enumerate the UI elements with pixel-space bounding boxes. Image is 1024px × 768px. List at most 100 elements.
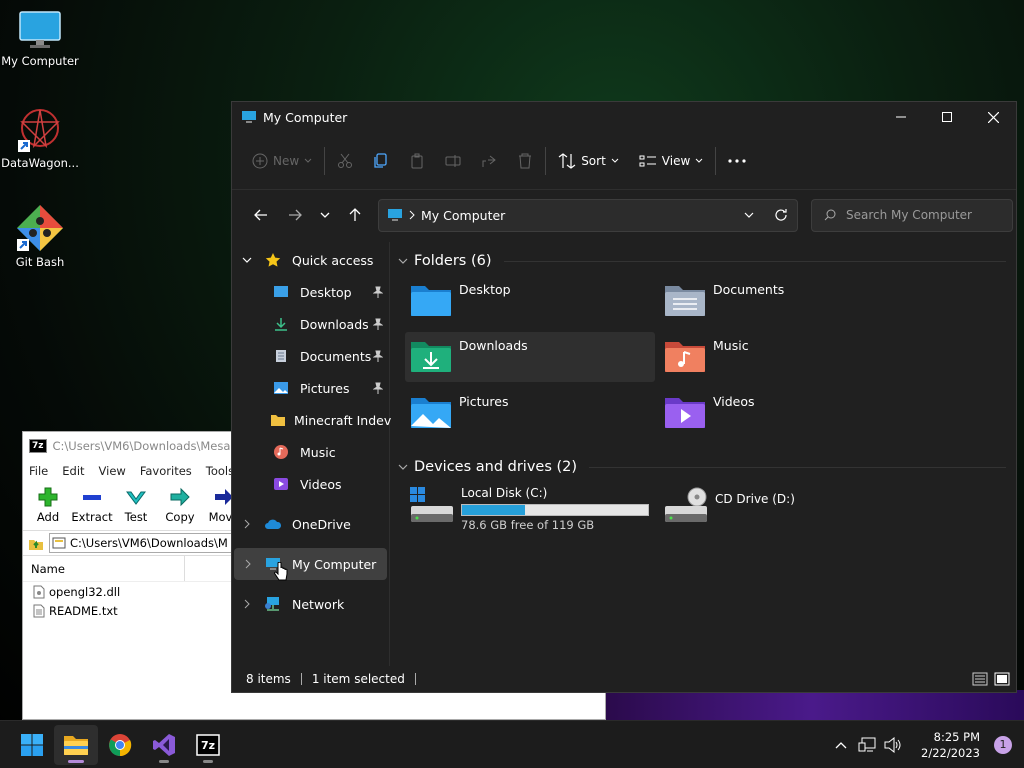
delete-button[interactable] (507, 144, 543, 178)
nav-network[interactable]: Network (232, 588, 389, 620)
address-bar[interactable]: My Computer (378, 198, 798, 232)
nav-label: OneDrive (292, 516, 351, 532)
cut-button[interactable] (327, 144, 363, 178)
pin-icon[interactable] (373, 382, 383, 394)
close-icon (987, 111, 999, 123)
close-button[interactable] (970, 102, 1016, 132)
view-button[interactable]: View (629, 144, 713, 178)
folders-group-header[interactable]: Folders (6) (398, 246, 1016, 276)
system-tray: 8:25 PM 2/22/2023 1 (828, 721, 1024, 768)
menu-tools[interactable]: Tools (206, 464, 234, 478)
desktop-icon-my-computer[interactable]: My Computer (0, 10, 80, 68)
clock[interactable]: 8:25 PM 2/22/2023 (906, 729, 986, 761)
pin-icon[interactable] (373, 350, 383, 362)
nav-minecraft-indev[interactable]: Minecraft Indev (232, 404, 392, 436)
forward-button[interactable] (278, 200, 312, 230)
drive-d[interactable]: CD Drive (D:) (659, 482, 909, 532)
rename-icon (445, 154, 461, 167)
taskbar-visual-studio[interactable] (142, 725, 186, 765)
nav-music[interactable]: Music (232, 436, 389, 468)
nav-desktop[interactable]: Desktop (232, 276, 389, 308)
taskbar-file-explorer[interactable] (54, 724, 98, 765)
clock-date: 2/22/2023 (921, 745, 980, 760)
test-button[interactable]: Test (115, 482, 157, 524)
drives-group-header[interactable]: Devices and drives (2) (398, 452, 1016, 482)
start-button[interactable] (10, 725, 54, 765)
address-history-button[interactable] (733, 208, 765, 222)
nav-videos[interactable]: Videos (232, 468, 389, 500)
notification-badge[interactable]: 1 (994, 735, 1012, 754)
show-hidden-icons-button[interactable] (828, 741, 854, 749)
back-button[interactable] (244, 200, 278, 230)
refresh-icon (775, 209, 787, 221)
paste-icon (411, 153, 423, 168)
folder-documents[interactable]: Documents (659, 276, 909, 326)
sort-label: Sort (581, 153, 606, 168)
folder-pictures[interactable]: Pictures (405, 388, 655, 438)
column-name[interactable]: Name (31, 556, 185, 581)
add-button[interactable]: Add (27, 482, 69, 524)
chevron-down-icon (695, 158, 703, 163)
paste-button[interactable] (399, 144, 435, 178)
extract-button[interactable]: Extract (71, 482, 113, 524)
item-count: 8 items (246, 672, 291, 686)
folder-desktop[interactable]: Desktop (405, 276, 655, 326)
nav-documents[interactable]: Documents (232, 340, 389, 372)
sort-button[interactable]: Sort (548, 144, 629, 178)
chevron-down-icon (398, 258, 408, 264)
git-bash-icon (17, 205, 63, 251)
explorer-window[interactable]: My Computer New Sort View My Computer Se… (231, 101, 1017, 693)
nav-quick-access[interactable]: Quick access (232, 244, 389, 276)
minimize-button[interactable] (878, 102, 924, 132)
nav-pictures[interactable]: Pictures (232, 372, 389, 404)
folder-name: Music (713, 338, 749, 353)
refresh-button[interactable] (765, 208, 797, 222)
nav-label: Quick access (292, 252, 374, 268)
pin-icon[interactable] (373, 286, 383, 298)
volume-button[interactable] (880, 736, 906, 753)
menu-edit[interactable]: Edit (62, 464, 84, 478)
maximize-button[interactable] (924, 102, 970, 132)
tiles-view-icon[interactable] (994, 672, 1010, 686)
network-tray-button[interactable] (854, 737, 880, 753)
desktop-icon-datawagon[interactable]: DataWagon... (0, 106, 80, 170)
up-button[interactable] (338, 200, 372, 230)
recent-locations-button[interactable] (312, 200, 338, 230)
taskbar-7zip[interactable]: 7z (186, 725, 230, 765)
nav-downloads[interactable]: Downloads (232, 308, 389, 340)
taskbar-chrome[interactable] (98, 725, 142, 765)
copy-button[interactable]: Copy (159, 482, 201, 524)
nav-label: Minecraft Indev (294, 412, 392, 428)
folder-videos[interactable]: Videos (659, 388, 909, 438)
new-button[interactable]: New (242, 144, 322, 178)
rename-button[interactable] (435, 144, 471, 178)
nav-label: Documents (300, 348, 372, 364)
explorer-titlebar[interactable]: My Computer (232, 102, 1016, 132)
menu-favorites[interactable]: Favorites (140, 464, 192, 478)
copy-icon (374, 152, 387, 168)
copy-button[interactable] (363, 144, 399, 178)
menu-file[interactable]: File (29, 464, 48, 478)
desktop-icon-git-bash[interactable]: Git Bash (0, 203, 80, 269)
share-button[interactable] (471, 144, 507, 178)
scissors-icon (338, 153, 353, 168)
selection-count: 1 item selected (311, 672, 405, 686)
svg-text:7z: 7z (201, 739, 215, 752)
file-name: opengl32.dll (49, 584, 121, 599)
drive-free-space: 78.6 GB free of 119 GB (461, 518, 595, 532)
visual-studio-icon (153, 733, 175, 756)
search-placeholder: Search My Computer (846, 208, 972, 222)
drive-c[interactable]: Local Disk (C:) 78.6 GB free of 119 GB (405, 482, 655, 532)
details-view-icon[interactable] (972, 672, 988, 686)
nav-my-computer[interactable]: My Computer (234, 548, 387, 581)
search-box[interactable]: Search My Computer (811, 198, 1013, 232)
folder-downloads[interactable]: Downloads (405, 332, 655, 382)
folder-name: Desktop (459, 282, 511, 297)
menu-view[interactable]: View (99, 464, 126, 478)
pin-icon[interactable] (373, 318, 383, 330)
folder-icon (271, 415, 285, 426)
up-folder-icon[interactable] (27, 534, 45, 552)
folder-music[interactable]: Music (659, 332, 909, 382)
more-options-button[interactable] (718, 144, 756, 178)
nav-onedrive[interactable]: OneDrive (232, 508, 389, 540)
